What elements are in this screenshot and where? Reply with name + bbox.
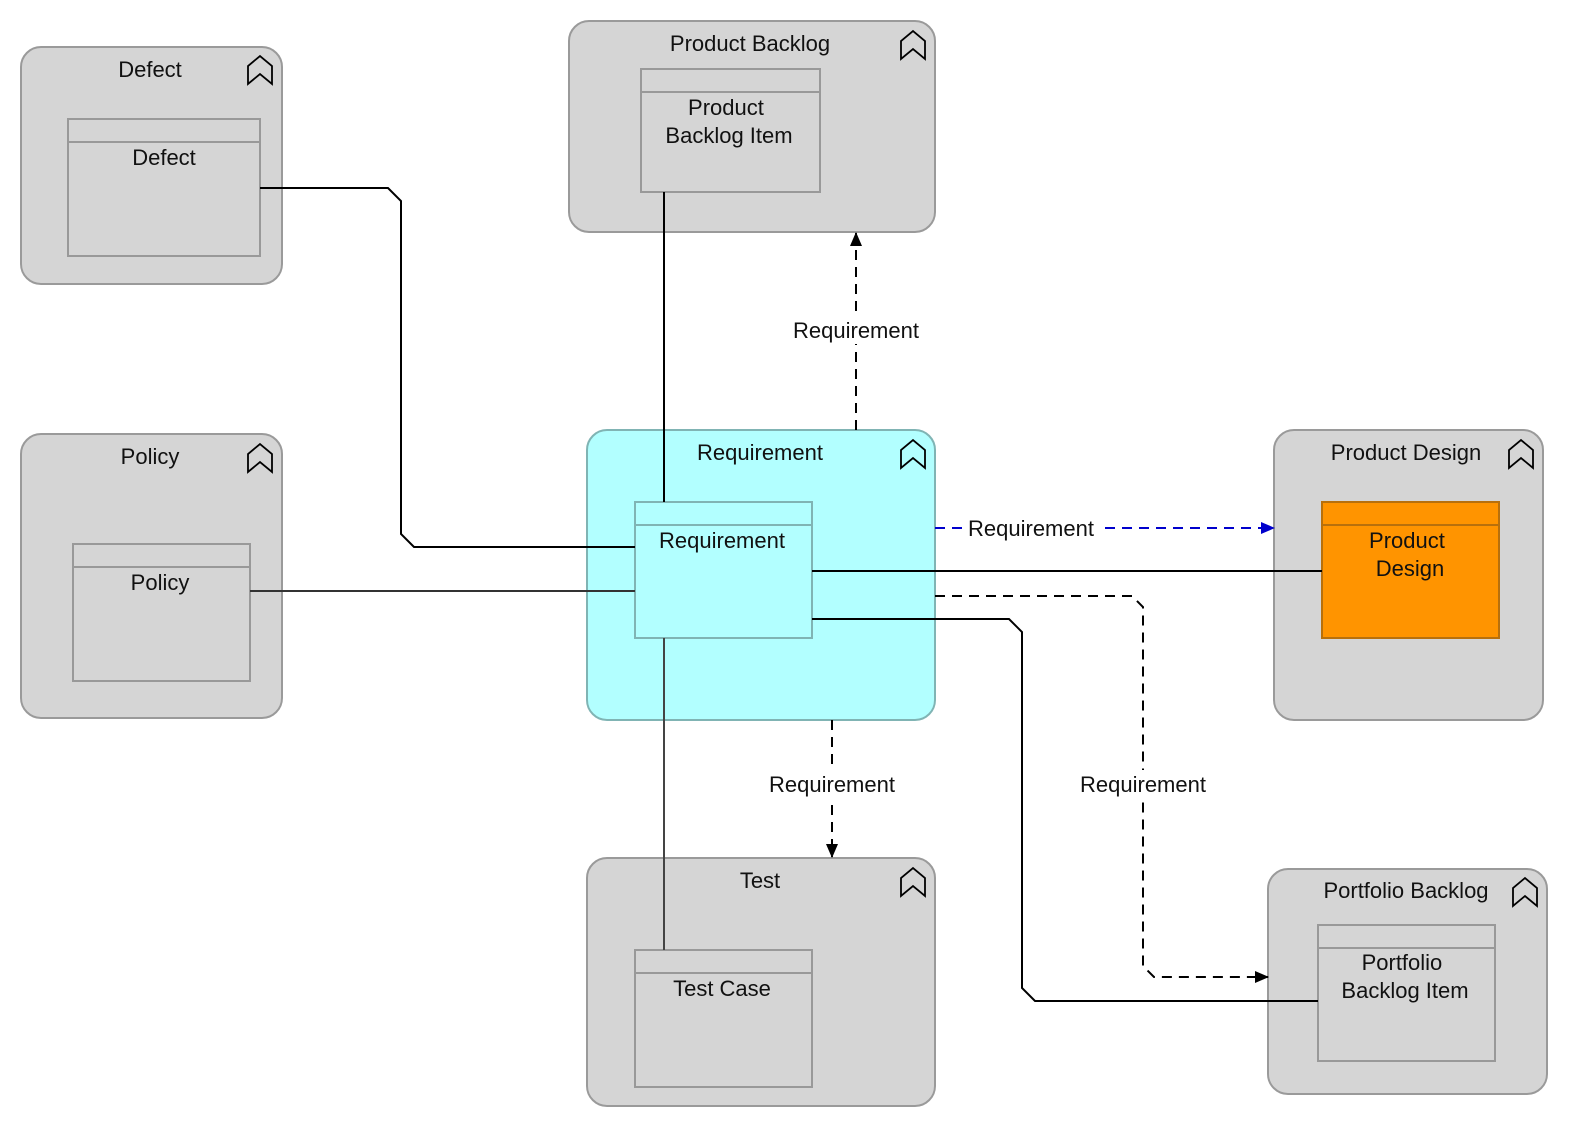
container-label: Defect <box>118 57 182 82</box>
item-label-line: Design <box>1376 556 1444 581</box>
container-product-backlog[interactable]: Product Backlog Product Backlog Item <box>568 20 936 233</box>
container-label: Product Backlog <box>670 31 830 56</box>
item-test-case[interactable]: Test Case <box>634 949 813 1088</box>
container-product-design[interactable]: Product Design Product Design <box>1273 429 1544 721</box>
item-label-line: Portfolio <box>1362 950 1443 975</box>
item-label: Defect <box>132 145 196 170</box>
edge-label-group: Requirement <box>786 316 926 344</box>
edge-label-req-to-test: Requirement <box>769 772 895 797</box>
edge-label-group: Requirement <box>762 770 902 798</box>
item-portfolio-backlog-item[interactable]: Portfolio Backlog Item <box>1317 924 1496 1062</box>
container-defect[interactable]: Defect Defect <box>20 46 283 285</box>
container-label: Portfolio Backlog <box>1323 878 1488 903</box>
item-product-design[interactable]: Product Design <box>1321 501 1500 639</box>
container-label: Test <box>740 868 780 893</box>
edge-label-req-to-portfolio-backlog: Requirement <box>1080 772 1206 797</box>
edge-label-group: Requirement <box>1073 770 1213 798</box>
item-label-line: Product <box>688 95 764 120</box>
item-defect[interactable]: Defect <box>67 118 261 257</box>
item-label: Requirement <box>659 528 785 553</box>
item-label-line: Backlog Item <box>1341 978 1468 1003</box>
item-label-line: Product <box>1369 528 1445 553</box>
diagram-canvas: Defect Defect Product Backlog Product Ba… <box>20 20 1548 1107</box>
container-label: Product Design <box>1331 440 1481 465</box>
item-label: Test Case <box>673 976 771 1001</box>
container-label: Policy <box>121 444 180 469</box>
container-policy[interactable]: Policy Policy <box>20 433 283 719</box>
container-test[interactable]: Test Test Case <box>586 857 936 1107</box>
item-product-backlog-item[interactable]: Product Backlog Item <box>640 68 821 193</box>
edge-label-req-to-product-design: Requirement <box>968 516 1094 541</box>
edge-defect-item-to-req-item[interactable] <box>260 187 635 548</box>
container-requirement[interactable]: Requirement Requirement <box>586 429 936 721</box>
item-label: Policy <box>131 570 190 595</box>
edge-label-req-to-product-backlog: Requirement <box>793 318 919 343</box>
edge-label-group: Requirement <box>962 514 1100 542</box>
container-portfolio-backlog[interactable]: Portfolio Backlog Portfolio Backlog Item <box>1267 868 1548 1095</box>
container-label: Requirement <box>697 440 823 465</box>
item-policy[interactable]: Policy <box>72 543 251 682</box>
item-label-line: Backlog Item <box>665 123 792 148</box>
item-requirement[interactable]: Requirement <box>634 501 813 639</box>
